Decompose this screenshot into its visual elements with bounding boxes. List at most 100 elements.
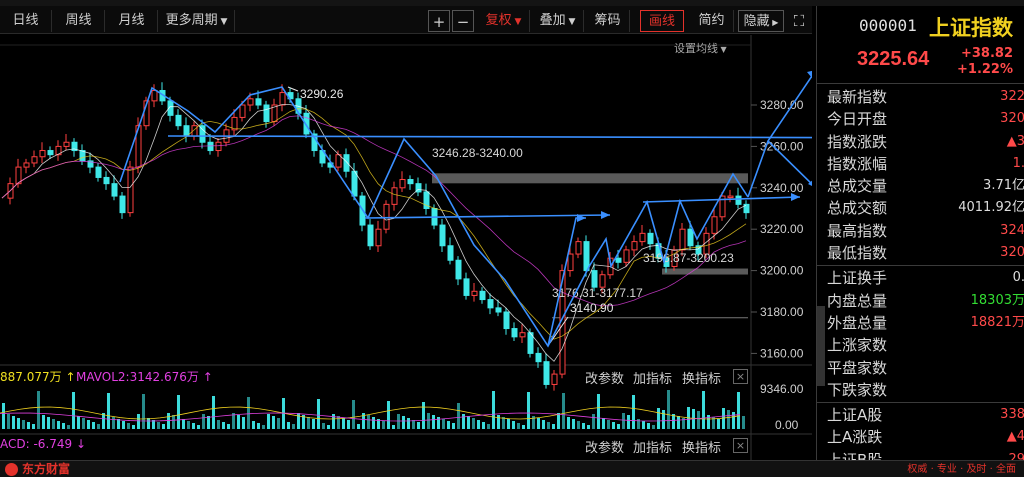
volume-bar	[67, 425, 70, 429]
stat-value: 324	[1000, 222, 1024, 238]
stat-label: 平盘家数	[827, 358, 888, 377]
stat-value: ▲3	[1006, 133, 1024, 149]
candle-down	[439, 224, 446, 247]
simple-mode-button[interactable]: 简约	[690, 10, 734, 32]
set-ma-button[interactable]: 设置均线 ▼	[674, 40, 727, 56]
volume-bar	[312, 419, 315, 429]
volume-bar	[442, 419, 445, 429]
volume-bar	[82, 418, 85, 429]
volume-bar	[497, 415, 500, 429]
index-name: 上证指数	[929, 16, 1013, 40]
stat-row: 平盘家数	[817, 357, 1024, 379]
candle-down	[487, 299, 494, 309]
volume-bar	[387, 401, 390, 429]
tab-monthly[interactable]: 月线	[106, 10, 158, 32]
stat-row: 指数涨幅 1.	[817, 153, 1024, 175]
price-range-band	[662, 268, 748, 275]
stat-label: 今日开盘	[827, 110, 888, 129]
volume-bar	[427, 413, 430, 429]
volume-bar	[342, 418, 345, 429]
restore-rights-dropdown[interactable]: 复权 ▼	[478, 10, 530, 32]
arrow-up-icon: ↑	[198, 370, 213, 384]
candle-up	[399, 179, 406, 189]
volume-bar	[157, 422, 160, 429]
range-label: 3176.31-3177.17	[552, 286, 643, 300]
candle-down	[47, 150, 54, 156]
vol-swap-indicator-button[interactable]: 换指标	[682, 368, 721, 387]
vol-close-icon[interactable]: ×	[733, 369, 748, 384]
volume-bar	[492, 391, 495, 429]
zoom-out-button[interactable]: −	[452, 10, 474, 32]
stat-value: 18821万	[970, 314, 1024, 330]
volume-bar	[547, 422, 550, 429]
volume-bar	[642, 421, 645, 429]
macd-add-indicator-button[interactable]: 加指标	[633, 437, 672, 456]
caret-down-icon: ▼	[565, 17, 576, 27]
volume-bar	[697, 411, 700, 429]
volume-bar	[347, 420, 350, 429]
volume-bar	[652, 425, 655, 429]
volume-bar	[627, 415, 630, 429]
draw-line-button[interactable]: 画线	[640, 10, 684, 32]
volume-bar	[457, 403, 460, 429]
zoom-in-button[interactable]: +	[428, 10, 450, 32]
price-tick-label: 3160.00	[760, 346, 804, 360]
volume-bar	[242, 417, 245, 429]
volume-bar	[647, 423, 650, 429]
macd-close-icon[interactable]: ×	[733, 438, 748, 453]
candle-up	[631, 241, 638, 251]
volume-tick-label: 0.00	[775, 418, 799, 432]
volume-bar	[672, 414, 675, 429]
volume-bar	[447, 421, 450, 429]
stat-value: 320	[1000, 111, 1024, 127]
tab-weekly[interactable]: 周线	[53, 10, 105, 32]
chips-button[interactable]: 筹码	[586, 10, 630, 32]
more-periods-label: 更多周期	[165, 13, 218, 28]
stat-label: 外盘总量	[827, 313, 888, 332]
horizontal-trendline	[167, 135, 812, 139]
mavol-value: MAVOL2:3142.676万	[76, 370, 199, 384]
candle-down	[735, 195, 742, 205]
volume-bar	[262, 425, 265, 429]
fullscreen-icon[interactable]: ⛶	[788, 10, 810, 32]
index-change-value: +38.82	[960, 46, 1013, 61]
projection-line-up	[747, 74, 812, 198]
more-periods-dropdown[interactable]: 更多周期 ▼	[159, 10, 235, 32]
stat-label: 内盘总量	[827, 291, 888, 310]
volume-bar	[527, 392, 530, 429]
volume-bar	[287, 422, 290, 429]
index-price: 3225.64	[857, 48, 930, 70]
volume-bar	[222, 422, 225, 429]
vol-add-indicator-button[interactable]: 加指标	[633, 368, 672, 387]
candle-down	[583, 241, 590, 272]
stat-row: 总成交额 4011.92亿	[817, 197, 1024, 219]
candle-up	[151, 90, 158, 102]
volume-bar	[617, 424, 620, 429]
volume-bar	[7, 414, 10, 429]
stat-label: 总成交额	[827, 199, 888, 218]
overlay-dropdown[interactable]: 叠加 ▼	[532, 10, 584, 32]
price-tick-label: 3240.00	[760, 181, 804, 195]
volume-bar	[467, 416, 470, 429]
vol-params-button[interactable]: 改参数	[585, 368, 624, 387]
volume-bar	[327, 425, 330, 429]
chart-toolbar: 日线 周线 月线 更多周期 ▼ + − 复权 ▼ 叠加 ▼ 筹码 画线 简约 隐…	[0, 6, 812, 34]
volume-bar	[22, 420, 25, 429]
candle-up	[215, 141, 222, 152]
tab-daily[interactable]: 日线	[0, 10, 52, 32]
volume-bar	[422, 402, 425, 429]
stat-row: 内盘总量 18303万	[817, 290, 1024, 312]
volume-bar	[272, 416, 275, 429]
hide-panel-button[interactable]: 隐藏 ▶	[738, 10, 784, 32]
macd-swap-indicator-button[interactable]: 换指标	[682, 437, 721, 456]
caret-right-icon: ▶	[769, 18, 779, 27]
price-tick-label: 3220.00	[760, 222, 804, 236]
volume-bar	[487, 424, 490, 429]
macd-params-button[interactable]: 改参数	[585, 437, 624, 456]
candle-down	[455, 259, 462, 280]
stat-label: 上证A股	[827, 406, 883, 425]
kline-chart[interactable]: 3280.00 3260.00 3240.00 3220.00 3200.00 3180.…	[0, 35, 812, 460]
volume-tick-label: 9346.00	[760, 382, 804, 396]
volume-bar	[117, 419, 120, 429]
candle-down	[175, 114, 182, 127]
